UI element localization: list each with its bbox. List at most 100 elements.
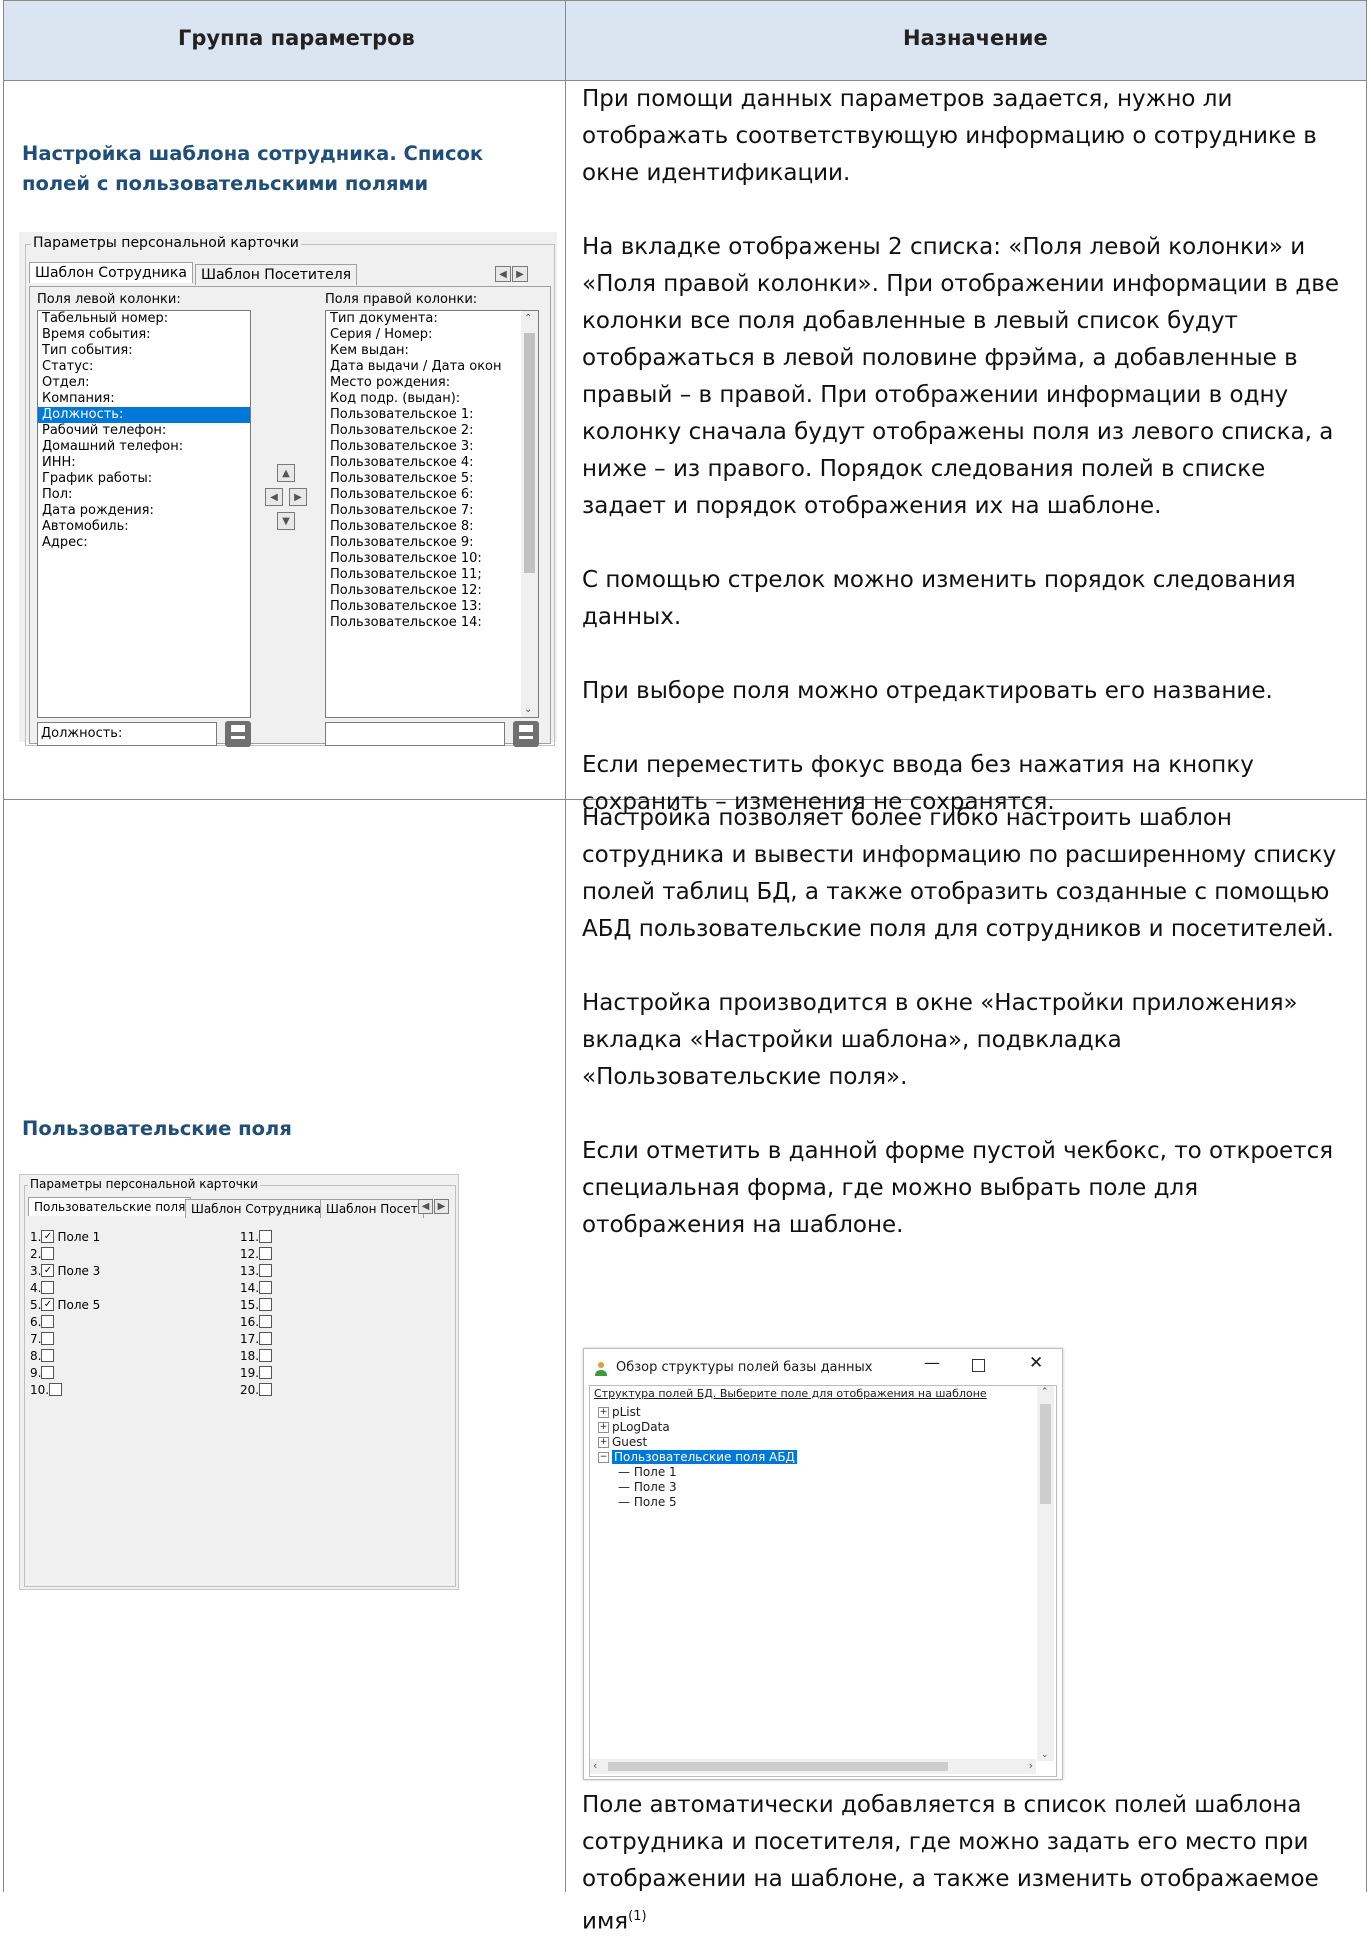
minimize-icon[interactable]: — (924, 1353, 940, 1372)
tree-node[interactable]: + pList (598, 1405, 641, 1419)
move-down-button[interactable]: ▼ (277, 512, 295, 530)
list-item[interactable]: Место рождения: (326, 375, 538, 391)
checkbox-box[interactable] (259, 1281, 273, 1294)
list-item[interactable]: Отдел: (38, 375, 250, 391)
scroll-up-icon[interactable]: ⌃ (1041, 1387, 1049, 1397)
tab-visitor-template[interactable]: Шаблон Посет (320, 1199, 424, 1218)
tab-employee-template[interactable]: Шаблон Сотрудника (29, 262, 193, 283)
list-item[interactable]: Серия / Номер: (326, 327, 538, 343)
list-item[interactable]: Пользовательское 9: (326, 535, 538, 551)
custom-field-checkbox[interactable]: 14. (240, 1281, 275, 1296)
checkbox-box[interactable] (259, 1230, 273, 1243)
checkbox-box[interactable] (259, 1298, 273, 1311)
list-item[interactable]: Пользовательское 4: (326, 455, 538, 471)
scroll-left-icon[interactable]: ‹ (593, 1759, 597, 1772)
checkbox-box[interactable] (259, 1383, 273, 1396)
checkbox-box[interactable] (41, 1281, 55, 1294)
left-field-name-input[interactable]: Должность: (37, 722, 217, 746)
custom-field-checkbox[interactable]: 9. (30, 1366, 57, 1381)
list-item[interactable]: Кем выдан: (326, 343, 538, 359)
tree-scrollbar-h[interactable]: ‹ › (590, 1759, 1036, 1774)
checkbox-box[interactable] (259, 1366, 273, 1379)
expand-icon[interactable]: + (598, 1437, 609, 1448)
scrollbar-thumb[interactable] (524, 333, 535, 573)
list-item[interactable]: Время события: (38, 327, 250, 343)
list-item[interactable]: Тип события: (38, 343, 250, 359)
tab-scroll-left-icon[interactable]: ◀ (495, 266, 511, 282)
maximize-icon[interactable] (972, 1359, 985, 1372)
list-item[interactable]: Пользовательское 5: (326, 471, 538, 487)
list-item[interactable]: Адрес: (38, 535, 250, 551)
move-up-button[interactable]: ▲ (277, 464, 295, 482)
list-item[interactable]: Дата выдачи / Дата окон (326, 359, 538, 375)
tab-custom-fields[interactable]: Пользовательские поля (28, 1197, 192, 1216)
custom-field-checkbox[interactable]: 12. (240, 1247, 275, 1262)
tree-scrollbar-v[interactable]: ⌃ ⌄ (1037, 1386, 1054, 1761)
left-save-icon[interactable] (225, 721, 251, 747)
custom-field-checkbox[interactable]: 13. (240, 1264, 275, 1279)
custom-field-checkbox[interactable]: 7. (30, 1332, 57, 1347)
list-item[interactable]: Пол: (38, 487, 250, 503)
checkbox-box[interactable]: ✓ (41, 1298, 55, 1311)
list-item[interactable]: ИНН: (38, 455, 250, 471)
custom-field-checkbox[interactable]: 20. (240, 1383, 275, 1398)
tree-node-expanded[interactable]: − Пользовательские поля АБД (598, 1450, 797, 1464)
checkbox-box[interactable] (41, 1315, 55, 1328)
checkbox-box[interactable] (41, 1247, 55, 1260)
list-item[interactable]: Тип документа: (326, 311, 538, 327)
scroll-up-icon[interactable]: ⌃ (524, 313, 532, 324)
custom-field-checkbox[interactable]: 2. (30, 1247, 57, 1262)
list-item[interactable]: Автомобиль: (38, 519, 250, 535)
list-item[interactable]: Пользовательское 14: (326, 615, 538, 631)
list-item[interactable]: Пользовательское 7: (326, 503, 538, 519)
list-item[interactable]: Домашний телефон: (38, 439, 250, 455)
custom-field-checkbox[interactable]: 17. (240, 1332, 275, 1347)
tab-scroll-left-icon[interactable]: ◀ (418, 1199, 433, 1214)
tab-employee-template[interactable]: Шаблон Сотрудника (185, 1199, 328, 1218)
checkbox-box[interactable] (259, 1264, 273, 1277)
checkbox-box[interactable] (259, 1315, 273, 1328)
tree-node[interactable]: + Guest (598, 1435, 647, 1449)
list-item[interactable]: Пользовательское 13: (326, 599, 538, 615)
checkbox-box[interactable] (259, 1349, 273, 1362)
custom-field-checkbox[interactable]: 5. ✓ Поле 5 (30, 1298, 100, 1313)
right-fields-list[interactable]: Тип документа: Серия / Номер: Кем выдан: Да… (325, 310, 539, 718)
tree-view[interactable] (589, 1385, 1057, 1777)
close-icon[interactable]: ✕ (1029, 1353, 1043, 1373)
custom-field-checkbox[interactable]: 19. (240, 1366, 275, 1381)
custom-field-checkbox[interactable]: 10. (30, 1383, 65, 1398)
list-item[interactable]: Компания: (38, 391, 250, 407)
list-item[interactable]: Пользовательское 8: (326, 519, 538, 535)
scroll-down-icon[interactable]: ⌄ (524, 704, 532, 715)
list-item[interactable]: Код подр. (выдан): (326, 391, 538, 407)
tab-visitor-template[interactable]: Шаблон Посетителя (195, 264, 358, 285)
checkbox-box[interactable] (41, 1332, 55, 1345)
checkbox-box[interactable] (259, 1332, 273, 1345)
move-left-button[interactable]: ◀ (265, 488, 283, 506)
expand-icon[interactable]: + (598, 1407, 609, 1418)
custom-field-checkbox[interactable]: 4. (30, 1281, 57, 1296)
list-item[interactable]: Пользовательское 1: (326, 407, 538, 423)
custom-field-checkbox[interactable]: 8. (30, 1349, 57, 1364)
list-item[interactable]: Дата рождения: (38, 503, 250, 519)
right-field-name-input[interactable] (325, 722, 505, 746)
tree-child[interactable]: — Поле 3 (618, 1480, 677, 1494)
custom-field-checkbox[interactable]: 15. (240, 1298, 275, 1313)
checkbox-box[interactable] (41, 1349, 55, 1362)
scrollbar-thumb[interactable] (608, 1762, 948, 1771)
custom-field-checkbox[interactable]: 18. (240, 1349, 275, 1364)
tree-node[interactable]: + pLogData (598, 1420, 670, 1434)
list-item[interactable]: Рабочий телефон: (38, 423, 250, 439)
right-list-scrollbar[interactable]: ⌃ ⌄ (521, 311, 538, 717)
custom-field-checkbox[interactable]: 6. (30, 1315, 57, 1330)
list-item[interactable]: Должность: (38, 407, 250, 423)
left-fields-list[interactable]: Табельный номер: Время события: Тип событи… (37, 310, 251, 718)
list-item[interactable]: График работы: (38, 471, 250, 487)
tree-child[interactable]: — Поле 1 (618, 1465, 677, 1479)
checkbox-box[interactable] (41, 1366, 55, 1379)
list-item[interactable]: Пользовательское 11; (326, 567, 538, 583)
tab-scroll-right-icon[interactable]: ▶ (512, 266, 528, 282)
collapse-icon[interactable]: − (598, 1452, 609, 1463)
checkbox-box[interactable] (49, 1383, 63, 1396)
custom-field-checkbox[interactable]: 16. (240, 1315, 275, 1330)
